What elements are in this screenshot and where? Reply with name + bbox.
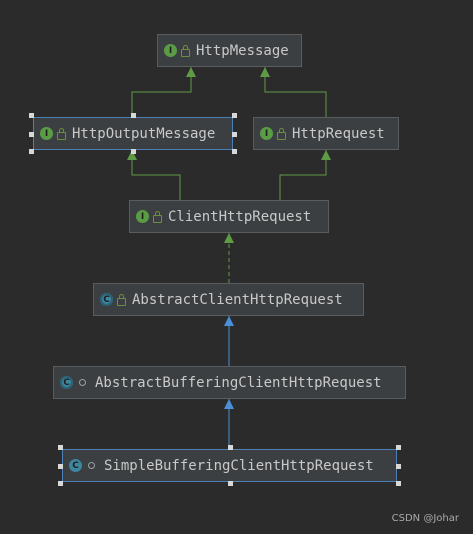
public-lock-icon	[277, 127, 286, 140]
selection-handle[interactable]	[232, 149, 237, 154]
public-lock-icon	[117, 293, 126, 306]
node-label: SimpleBufferingClientHttpRequest	[104, 457, 374, 474]
node-abstract-client-http-request[interactable]: C AbstractClientHttpRequest	[93, 283, 364, 316]
package-private-icon	[79, 379, 86, 386]
node-abstract-buffering-client-http-request[interactable]: C AbstractBufferingClientHttpRequest	[53, 366, 406, 399]
interface-icon: I	[260, 127, 273, 140]
selection-handle[interactable]	[29, 113, 34, 118]
selection-handle[interactable]	[131, 149, 136, 154]
watermark: CSDN @Johar	[391, 513, 459, 524]
node-simple-buffering-client-http-request[interactable]: C SimpleBufferingClientHttpRequest	[62, 449, 397, 482]
arrowhead-icon	[260, 67, 270, 77]
abstract-class-icon: C	[60, 376, 73, 389]
selection-handle[interactable]	[58, 481, 63, 486]
selection-handle[interactable]	[232, 113, 237, 118]
edge-http-output-message-to-http-message	[131, 67, 196, 117]
public-lock-icon	[181, 44, 190, 57]
node-label: HttpRequest	[292, 125, 385, 142]
arrowhead-icon	[321, 150, 331, 160]
package-private-icon	[88, 462, 95, 469]
node-label: HttpOutputMessage	[72, 125, 216, 142]
selection-handle[interactable]	[396, 463, 401, 469]
node-label: AbstractClientHttpRequest	[132, 291, 343, 308]
abstract-class-icon: C	[100, 293, 113, 306]
arrowhead-icon	[224, 233, 234, 243]
edge-http-request-to-http-message	[260, 67, 327, 117]
node-label: HttpMessage	[196, 42, 289, 59]
selection-handle[interactable]	[58, 463, 63, 469]
node-client-http-request[interactable]: I ClientHttpRequest	[129, 200, 329, 233]
edge-client-http-request-to-http-request	[279, 150, 331, 200]
selection-handle[interactable]	[58, 445, 63, 450]
public-lock-icon	[153, 210, 162, 223]
edge-client-http-request-to-http-output-message	[127, 150, 181, 200]
selection-handle[interactable]	[396, 445, 401, 450]
interface-icon: I	[136, 210, 149, 223]
class-icon: C	[69, 459, 82, 472]
arrowhead-icon	[186, 67, 196, 77]
node-label: AbstractBufferingClientHttpRequest	[95, 374, 382, 391]
selection-handle[interactable]	[396, 481, 401, 486]
node-http-message[interactable]: I HttpMessage	[157, 34, 302, 67]
node-http-output-message[interactable]: I HttpOutputMessage	[33, 117, 233, 150]
node-label: ClientHttpRequest	[168, 208, 312, 225]
selection-handle[interactable]	[29, 149, 34, 154]
selection-handle[interactable]	[131, 113, 136, 118]
selection-handle[interactable]	[227, 445, 233, 450]
selection-handle[interactable]	[232, 131, 237, 137]
interface-icon: I	[40, 127, 53, 140]
node-http-request[interactable]: I HttpRequest	[253, 117, 399, 150]
arrowhead-icon	[224, 399, 234, 409]
selection-handle[interactable]	[227, 481, 233, 486]
edge-simple-buffering-client-http-request-to-abstract-buffering-client-http-request	[224, 399, 234, 449]
selection-handle[interactable]	[29, 131, 34, 137]
interface-icon: I	[164, 44, 177, 57]
public-lock-icon	[57, 127, 66, 140]
edge-abstract-buffering-client-http-request-to-abstract-client-http-request	[224, 316, 234, 366]
arrowhead-icon	[224, 316, 234, 326]
edge-abstract-client-http-request-to-client-http-request	[224, 233, 234, 283]
